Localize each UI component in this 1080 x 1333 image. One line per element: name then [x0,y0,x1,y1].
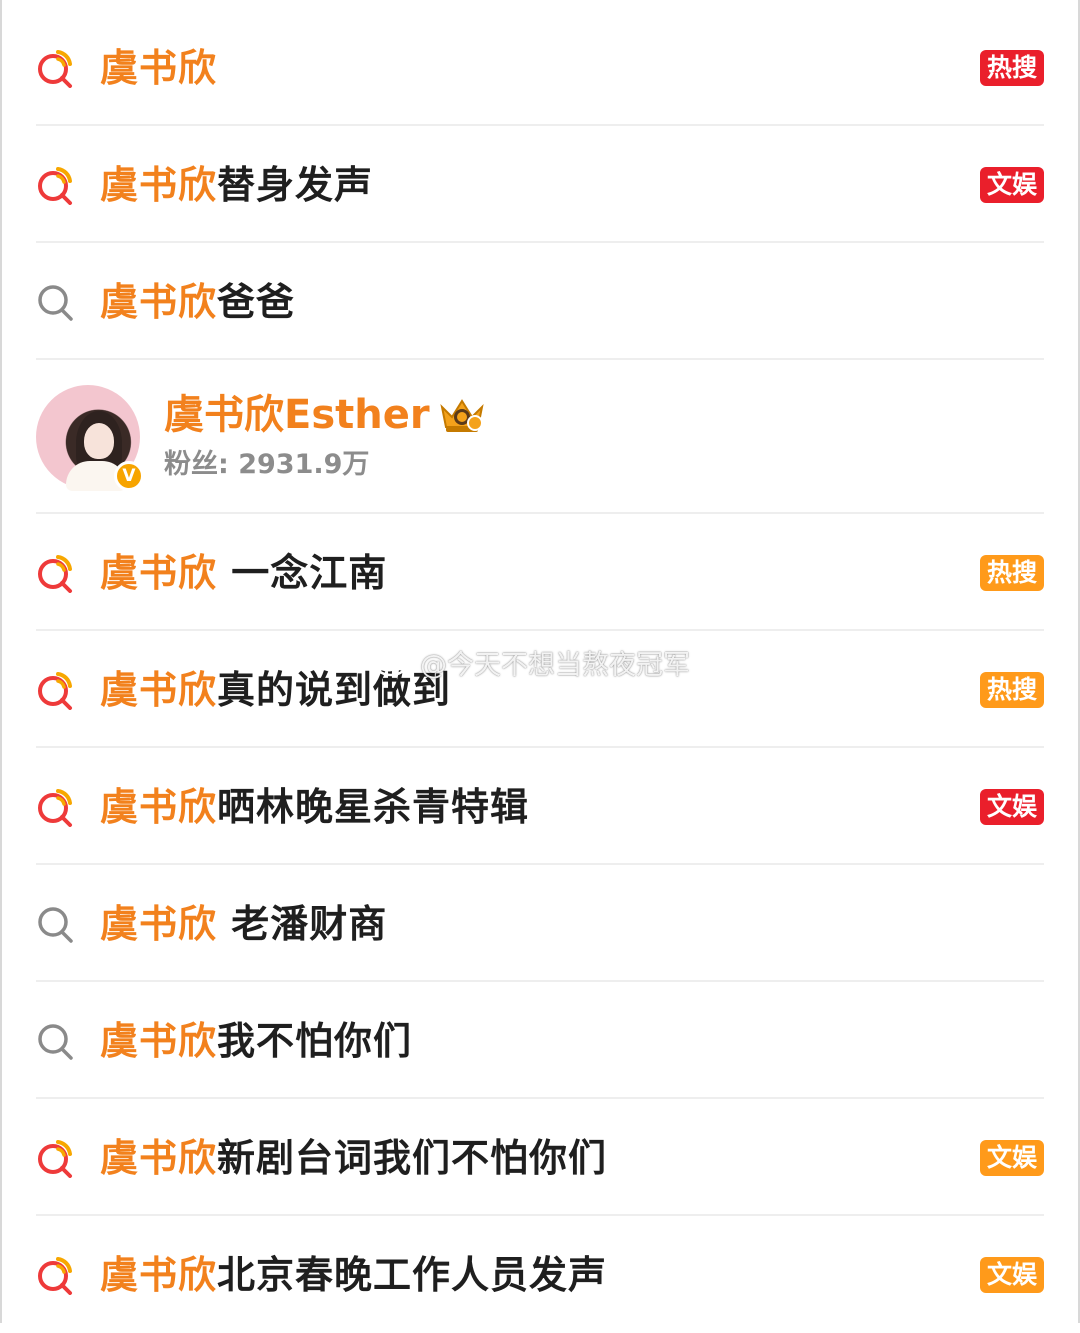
suggestion-text: 虞书欣我不怕你们 [100,1018,413,1063]
hot-search-icon [36,165,76,205]
suggestion-item[interactable]: 虞书欣替身发声 文娱 [36,126,1044,243]
suggestion-item[interactable]: 虞书欣我不怕你们 [36,982,1044,1099]
hot-search-icon [36,670,76,710]
suggestion-item[interactable]: 虞书欣 一念江南 热搜 [36,514,1044,631]
entertainment-badge: 文娱 [980,1139,1044,1176]
suggestion-text: 虞书欣替身发声 [100,162,374,207]
suggestion-text: 虞书欣新剧台词我们不怕你们 [100,1135,608,1180]
suggestion-item[interactable]: 虞书欣 热搜 [36,9,1044,126]
watermark-text: @今天不想当熬夜冠军 [420,649,690,681]
entertainment-badge: 文娱 [980,166,1044,203]
entertainment-badge: 文娱 [980,788,1044,825]
suggestion-item[interactable]: 虞书欣晒林晚星杀青特辑 文娱 [36,748,1044,865]
suggestion-text: 虞书欣 [100,45,218,90]
weibo-logo-icon [374,647,414,677]
hot-search-icon [36,553,76,593]
suggestion-text: 虞书欣 老潘财商 [100,901,388,946]
suggestion-text: 虞书欣北京春晚工作人员发声 [100,1252,608,1297]
hot-search-icon [36,1255,76,1295]
crown-icon [438,395,486,435]
watermark: @今天不想当熬夜冠军 [374,642,690,682]
hot-search-icon [36,1138,76,1178]
user-result-item[interactable]: V 虞书欣Esther 粉丝: 2931.9万 [36,360,1044,514]
hot-search-badge: 热搜 [980,671,1044,708]
hot-search-badge: 热搜 [980,49,1044,86]
user-name: 虞书欣Esther [164,392,430,438]
search-icon [36,282,76,322]
suggestion-item[interactable]: 虞书欣爸爸 [36,243,1044,360]
suggestion-text: 虞书欣晒林晚星杀青特辑 [100,784,530,829]
search-icon [36,1021,76,1061]
suggestion-text: 虞书欣 一念江南 [100,550,388,595]
suggestion-item[interactable]: 虞书欣新剧台词我们不怕你们 文娱 [36,1099,1044,1216]
fans-count: 粉丝: 2931.9万 [164,449,370,480]
verified-badge-icon: V [114,461,144,491]
search-icon [36,904,76,944]
hot-search-icon [36,787,76,827]
entertainment-badge: 文娱 [980,1256,1044,1293]
suggestion-item[interactable]: 虞书欣 老潘财商 [36,865,1044,982]
avatar[interactable]: V [36,385,144,491]
suggestion-text: 虞书欣爸爸 [100,279,296,324]
hot-search-badge: 热搜 [980,554,1044,591]
hot-search-icon [36,48,76,88]
user-info: 虞书欣Esther 粉丝: 2931.9万 [164,390,486,484]
suggestion-item[interactable]: 虞书欣北京春晚工作人员发声 文娱 [36,1216,1044,1333]
